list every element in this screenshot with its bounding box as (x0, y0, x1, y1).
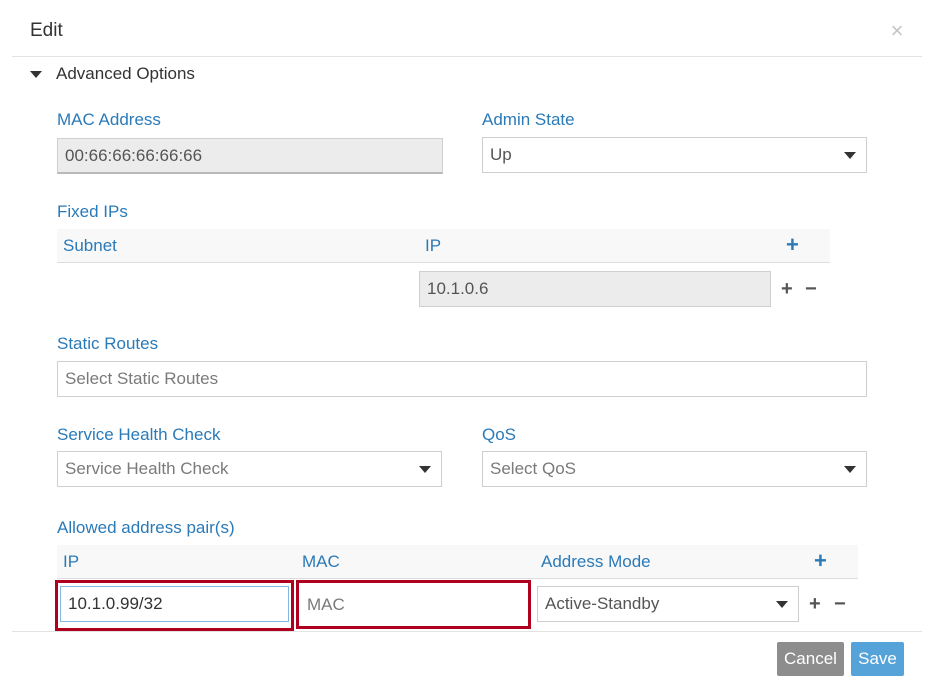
aap-table-header (57, 545, 858, 579)
close-icon[interactable]: × (886, 20, 908, 42)
aap-mac-placeholder: MAC (307, 595, 345, 614)
aap-row-remove-icon[interactable]: − (834, 594, 846, 614)
aap-col-address-mode: Address Mode (541, 552, 651, 571)
admin-state-value: Up (490, 145, 512, 164)
aap-address-mode-select[interactable]: Active-Standby (537, 586, 799, 622)
static-routes-input[interactable]: Select Static Routes (57, 361, 867, 397)
aap-ip-value: 10.1.0.99/32 (68, 594, 163, 613)
fixed-ip-field: 10.1.0.6 (419, 271, 771, 307)
chevron-down-icon (419, 466, 431, 473)
fixed-ips-col-subnet: Subnet (63, 236, 117, 255)
fixed-ips-label: Fixed IPs (57, 202, 128, 221)
service-health-check-label: Service Health Check (57, 425, 221, 444)
advanced-options-toggle[interactable]: Advanced Options (30, 64, 195, 84)
service-health-check-select[interactable]: Service Health Check (57, 451, 442, 487)
cancel-button[interactable]: Cancel (777, 642, 844, 676)
header-divider (12, 56, 922, 57)
fixed-ips-col-ip: IP (425, 236, 442, 255)
static-routes-label: Static Routes (57, 334, 159, 353)
footer-divider (12, 631, 922, 632)
mac-address-label: MAC Address (57, 110, 161, 129)
aap-row-add-icon[interactable]: + (809, 594, 821, 614)
fixed-ips-add-icon[interactable]: + (786, 234, 799, 256)
chevron-down-icon (844, 466, 856, 473)
fixed-ip-value: 10.1.0.6 (427, 279, 489, 298)
mac-address-value: 00:66:66:66:66:66 (65, 145, 203, 165)
service-health-check-placeholder: Service Health Check (65, 459, 229, 478)
qos-placeholder: Select QoS (490, 459, 576, 478)
save-button[interactable]: Save (851, 642, 904, 676)
aap-ip-input[interactable]: 10.1.0.99/32 (60, 586, 289, 622)
aap-mac-input[interactable]: MAC (300, 587, 527, 623)
fixed-ips-table-header (57, 229, 830, 263)
chevron-down-icon (776, 601, 788, 608)
mac-address-field: 00:66:66:66:66:66 (57, 138, 443, 174)
static-routes-placeholder: Select Static Routes (65, 369, 219, 388)
qos-select[interactable]: Select QoS (482, 451, 867, 487)
aap-col-ip: IP (63, 552, 80, 571)
admin-state-select[interactable]: Up (482, 137, 867, 173)
fixed-ip-row-add-icon[interactable]: + (781, 279, 793, 299)
dialog-title: Edit (30, 20, 63, 41)
fixed-ip-row-remove-icon[interactable]: − (805, 279, 817, 299)
allowed-address-pairs-label: Allowed address pair(s) (57, 518, 235, 537)
admin-state-label: Admin State (482, 110, 575, 129)
aap-col-mac: MAC (302, 552, 340, 571)
caret-down-icon (30, 70, 42, 78)
aap-add-icon[interactable]: + (814, 550, 827, 572)
chevron-down-icon (844, 152, 856, 159)
advanced-options-label: Advanced Options (56, 64, 195, 83)
aap-address-mode-value: Active-Standby (545, 594, 660, 613)
qos-label: QoS (482, 425, 517, 444)
